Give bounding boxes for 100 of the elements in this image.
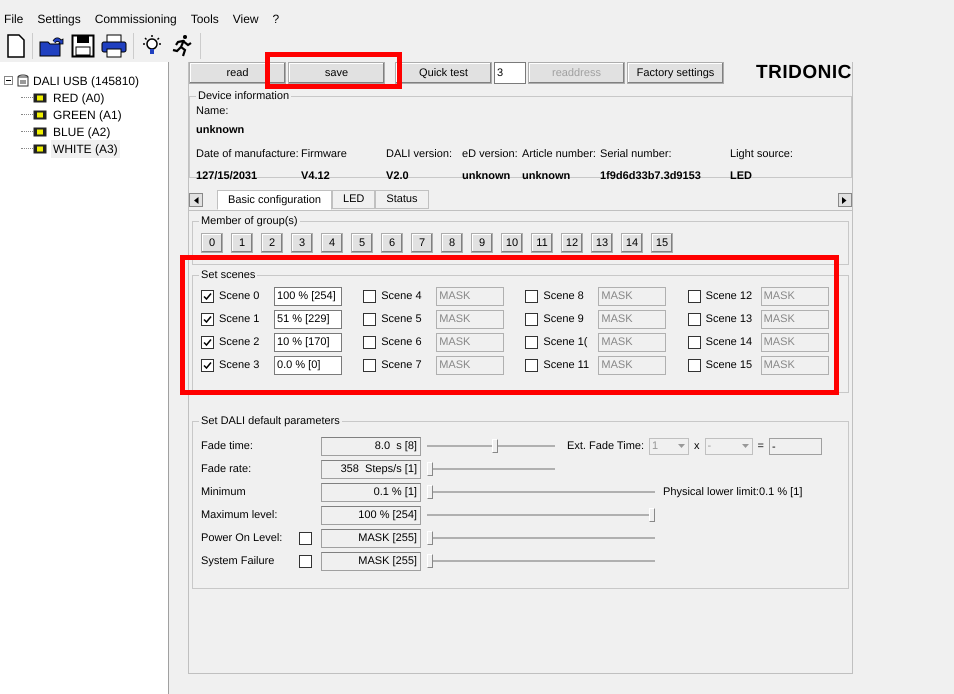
operator-text: x [694, 438, 700, 454]
menu-item[interactable]: Tools [190, 10, 219, 28]
usb-device-icon [16, 74, 30, 88]
left-arrow-icon [194, 196, 198, 204]
checkbox[interactable] [688, 313, 701, 326]
checkbox[interactable] [525, 313, 538, 326]
tree-item[interactable]: GREEN (A1) [51, 106, 124, 124]
checkbox[interactable] [525, 359, 538, 372]
checkbox[interactable] [201, 313, 214, 326]
group-button[interactable]: 7 [411, 233, 433, 253]
parameter-value-field: MASK [255] [321, 528, 421, 548]
running-person-icon[interactable] [170, 34, 194, 58]
slider-thumb[interactable] [649, 508, 655, 522]
slider[interactable] [427, 461, 555, 477]
menu-item[interactable]: Settings [37, 10, 81, 28]
checkbox[interactable] [688, 336, 701, 349]
tab[interactable]: Basic configuration [217, 190, 332, 210]
scene-label: Scene 4 [381, 289, 423, 304]
slider-thumb[interactable] [427, 485, 433, 499]
slider[interactable] [427, 553, 655, 569]
checkbox[interactable] [525, 336, 538, 349]
field-label: Article number: [522, 147, 597, 162]
slider-thumb[interactable] [427, 554, 433, 568]
scroll-left-button[interactable] [189, 193, 203, 207]
group-button[interactable]: 5 [351, 233, 373, 253]
new-file-icon[interactable] [6, 34, 26, 58]
group-button[interactable]: 14 [621, 233, 643, 253]
scene-value-field[interactable]: 0.0 % [0] [274, 356, 342, 375]
parameter-value-field: 0.1 % [1] [321, 482, 421, 502]
slider-thumb[interactable] [427, 531, 433, 545]
tab[interactable]: Status [375, 190, 429, 209]
field-value: unknown [462, 168, 512, 184]
scene-value-field[interactable]: 10 % [170] [274, 333, 342, 352]
dropdown-arrow-icon [678, 444, 686, 448]
checkbox[interactable] [363, 290, 376, 303]
parameter-label: Maximum level: [201, 508, 278, 523]
menu-item[interactable]: ? [272, 10, 280, 28]
checkbox[interactable] [299, 532, 312, 544]
scene-label: Scene 6 [381, 335, 423, 350]
scene-value-field[interactable]: 51 % [229] [274, 310, 342, 329]
checkbox[interactable] [363, 336, 376, 349]
parameter-label: Power On Level: [201, 530, 284, 546]
right-arrow-icon [842, 196, 848, 204]
tree-item[interactable]: RED (A0) [51, 88, 106, 106]
group-button[interactable]: 6 [381, 233, 403, 253]
group-button[interactable]: 9 [471, 233, 493, 253]
checkbox[interactable] [201, 336, 214, 349]
scene-label: Scene 12 [706, 289, 754, 304]
slider-thumb[interactable] [492, 439, 498, 453]
printer-icon[interactable] [101, 34, 127, 58]
checkbox[interactable] [688, 359, 701, 372]
led-module-icon [33, 144, 47, 154]
checkbox[interactable] [525, 290, 538, 303]
menu-item[interactable]: View [232, 10, 259, 28]
checkbox[interactable] [363, 359, 376, 372]
parameter-value-field: MASK [255] [321, 552, 421, 570]
group-button[interactable]: 0 [201, 233, 223, 253]
collapse-toggle[interactable] [4, 76, 13, 85]
group-button[interactable]: 11 [531, 233, 553, 253]
tree-item[interactable]: BLUE (A2) [51, 122, 112, 140]
field-value: unknown [196, 122, 246, 138]
checkbox[interactable] [688, 290, 701, 303]
slider[interactable] [427, 438, 555, 454]
tree-item[interactable]: WHITE (A3) [51, 140, 120, 158]
group-button[interactable]: 8 [441, 233, 463, 253]
menu-item[interactable]: Commissioning [94, 10, 177, 28]
group-button[interactable]: 15 [651, 233, 673, 253]
checkbox[interactable] [363, 313, 376, 326]
quick-test-button[interactable]: Quick test [395, 62, 492, 84]
slider-thumb[interactable] [427, 462, 433, 476]
menu-item[interactable]: File [4, 10, 24, 28]
address-field[interactable]: 3 [494, 62, 526, 84]
tree-item[interactable]: DALI USB (145810) [33, 72, 140, 90]
scene-label: Scene 11 [543, 358, 590, 374]
group-button[interactable]: 12 [561, 233, 583, 253]
checkbox[interactable] [201, 359, 214, 372]
brand-logo: TRIDONIC [756, 60, 852, 85]
field-label: Date of manufacture: [196, 147, 300, 162]
group-button[interactable]: 10 [501, 233, 523, 253]
slider[interactable] [427, 530, 655, 546]
field-label: Firmware [301, 147, 348, 162]
slider[interactable] [427, 484, 655, 500]
checkbox[interactable] [201, 290, 214, 303]
factory-settings-button[interactable]: Factory settings [627, 62, 724, 84]
checkbox[interactable] [299, 554, 312, 568]
scene-label: Scene 5 [381, 312, 423, 328]
scroll-right-button[interactable] [838, 193, 852, 207]
group-button[interactable]: 13 [591, 233, 613, 253]
scene-value-field[interactable]: 100 % [254] [274, 287, 342, 306]
group-button[interactable]: 2 [261, 233, 283, 253]
group-button[interactable]: 3 [291, 233, 313, 253]
save-button[interactable]: save [288, 62, 385, 84]
slider[interactable] [427, 507, 655, 523]
save-icon[interactable] [71, 34, 95, 58]
field-value: V2.0 [386, 168, 410, 184]
group-button[interactable]: 1 [231, 233, 253, 253]
parameter-value-field: 358 Steps/s [1] [321, 460, 421, 478]
read-button[interactable]: read [189, 62, 286, 84]
tab[interactable]: LED [332, 190, 376, 209]
group-button[interactable]: 4 [321, 233, 343, 253]
